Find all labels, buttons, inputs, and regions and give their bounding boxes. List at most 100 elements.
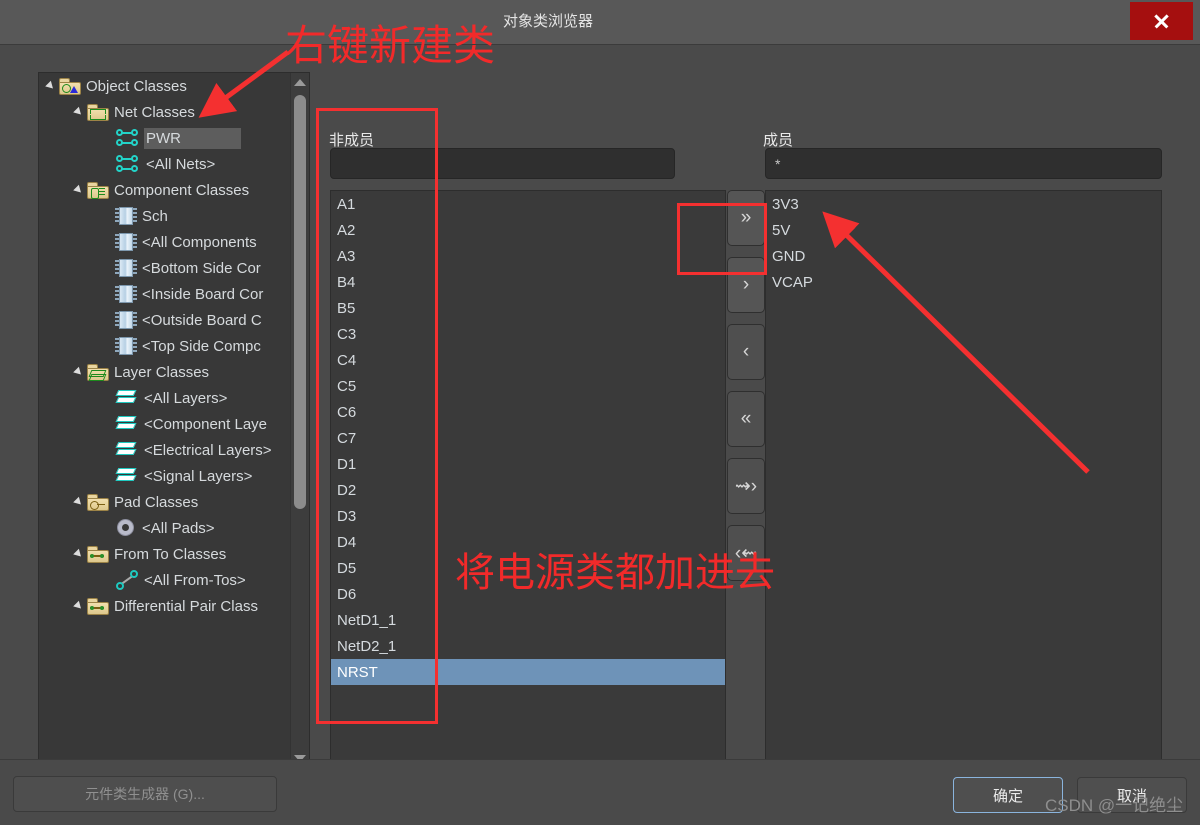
tree-item-label: Net Classes [114,103,195,121]
component-chip-icon [115,336,137,356]
member-list-item[interactable]: 3V3 [766,191,1161,217]
non-member-list-item[interactable]: C7 [331,425,725,451]
non-member-list-item[interactable]: B5 [331,295,725,321]
tree-item[interactable]: Net Classes [39,99,291,125]
tree-item[interactable]: <Top Side Compc [39,333,291,359]
non-member-list-item[interactable]: D5 [331,555,725,581]
non-member-list-item[interactable]: C4 [331,347,725,373]
tree-item[interactable]: <Component Laye [39,411,291,437]
tree-item[interactable]: Layer Classes [39,359,291,385]
tree-item[interactable]: <Bottom Side Cor [39,255,291,281]
non-member-list-item[interactable]: NetD2_1 [331,633,725,659]
remove-button[interactable]: ‹ [727,324,765,380]
tree-vertical-scrollbar[interactable] [290,73,309,768]
non-members-list[interactable]: A1 A2 A3 B4 B5 C3 C4 C5 C6 C7 D1 D2 D3 D4 D5 D6 NetD1_1 N… [330,190,726,785]
close-button[interactable] [1130,2,1193,40]
members-label: 成员 [763,132,794,149]
non-member-list-item[interactable]: C6 [331,399,725,425]
non-member-list-item[interactable]: C5 [331,373,725,399]
layer-stack-icon [115,415,139,433]
tree-item[interactable]: <Outside Board C [39,307,291,333]
tree-item[interactable]: From To Classes [39,541,291,567]
tree-item[interactable]: <All Components [39,229,291,255]
non-member-list-item[interactable]: D2 [331,477,725,503]
move-all-right-button[interactable]: ⇝› [727,458,765,514]
non-member-list-item[interactable]: D3 [331,503,725,529]
pad-ring-icon [115,518,137,538]
tree-item-label: Pad Classes [114,493,199,511]
tree-item[interactable]: Pad Classes [39,489,291,515]
cancel-button[interactable]: 取消 [1077,777,1187,813]
non-member-list-item[interactable]: B4 [331,269,725,295]
non-member-list-item[interactable]: D4 [331,529,725,555]
folder-from-to-classes-icon [87,545,109,563]
tree-item-label: <Inside Board Cor [142,285,264,303]
tree-twisty-expanded-icon[interactable] [73,489,87,515]
tree-item[interactable]: <All Nets> [39,151,291,177]
tree-twisty-none [101,281,115,307]
component-chip-icon [115,310,137,330]
tree-item[interactable]: Sch [39,203,291,229]
tree-item[interactable]: <All Pads> [39,515,291,541]
chevron-right-icon: › [742,274,750,295]
tree-item[interactable]: Differential Pair Class [39,593,291,619]
non-member-list-item[interactable]: A1 [331,191,725,217]
arrow-bars-left-icon: ‹⇜ [734,542,758,564]
non-member-list-item[interactable]: NRST [331,659,725,685]
member-list-item[interactable]: 5V [766,217,1161,243]
move-all-left-button[interactable]: ‹⇜ [727,525,765,581]
tree-item[interactable]: <All Layers> [39,385,291,411]
members-filter-input[interactable] [765,148,1162,179]
tree-item-label: <Bottom Side Cor [142,259,261,277]
non-member-list-item[interactable]: A3 [331,243,725,269]
tree-twisty-expanded-icon[interactable] [73,359,87,385]
non-member-list-item[interactable]: NetD1_1 [331,607,725,633]
layer-stack-icon [115,389,139,407]
tree-twisty-none [101,437,115,463]
object-class-tree[interactable]: Object Classes Net Classes PWR <All Nets> Co… [38,72,310,769]
non-member-list-item[interactable]: C3 [331,321,725,347]
scroll-up-arrow-icon[interactable] [291,74,309,91]
non-members-filter-input[interactable] [330,148,675,179]
tree-twisty-expanded-icon[interactable] [73,177,87,203]
non-member-list-item[interactable]: A2 [331,217,725,243]
remove-all-button[interactable]: « [727,391,765,447]
member-list-item[interactable]: VCAP [766,269,1161,295]
add-all-button[interactable]: » [727,190,765,246]
tree-item[interactable]: PWR [39,125,291,151]
tree-item[interactable]: Component Classes [39,177,291,203]
tree-twisty-none [101,229,115,255]
component-class-generator-button[interactable]: 元件类生成器 (G)... [13,776,277,812]
double-chevron-right-icon: » [740,207,752,228]
arrow-bars-right-icon: ⇝› [734,475,758,497]
tree-item-label: Differential Pair Class [114,597,258,615]
component-chip-icon [115,284,137,304]
tree-item-label: <All Components [142,233,257,251]
net-class-icon [115,154,141,174]
ok-button[interactable]: 确定 [953,777,1063,813]
close-icon [1153,13,1170,30]
tree-item-label: Component Classes [114,181,250,199]
scrollbar-thumb[interactable] [294,95,306,509]
tree-twisty-none [101,567,115,593]
tree-twisty-expanded-icon[interactable] [73,593,87,619]
tree-item[interactable]: <Signal Layers> [39,463,291,489]
add-button[interactable]: › [727,257,765,313]
tree-twisty-expanded-icon[interactable] [73,541,87,567]
tree-item-label: From To Classes [114,545,227,563]
tree-twisty-expanded-icon[interactable] [73,99,87,125]
tree-twisty-expanded-icon[interactable] [45,73,59,99]
non-member-list-item[interactable]: D6 [331,581,725,607]
tree-item[interactable]: <All From-Tos> [39,567,291,593]
non-members-label: 非成员 [329,132,375,149]
tree-twisty-none [101,125,115,151]
member-list-item[interactable]: GND [766,243,1161,269]
tree-item[interactable]: Object Classes [39,73,291,99]
non-member-list-item[interactable]: D1 [331,451,725,477]
double-chevron-left-icon: « [740,408,752,429]
tree-item-label: <All Nets> [146,155,216,173]
tree-item[interactable]: <Electrical Layers> [39,437,291,463]
tree-item[interactable]: <Inside Board Cor [39,281,291,307]
layer-stack-icon [115,441,139,459]
members-list[interactable]: 3V3 5V GND VCAP [765,190,1162,785]
